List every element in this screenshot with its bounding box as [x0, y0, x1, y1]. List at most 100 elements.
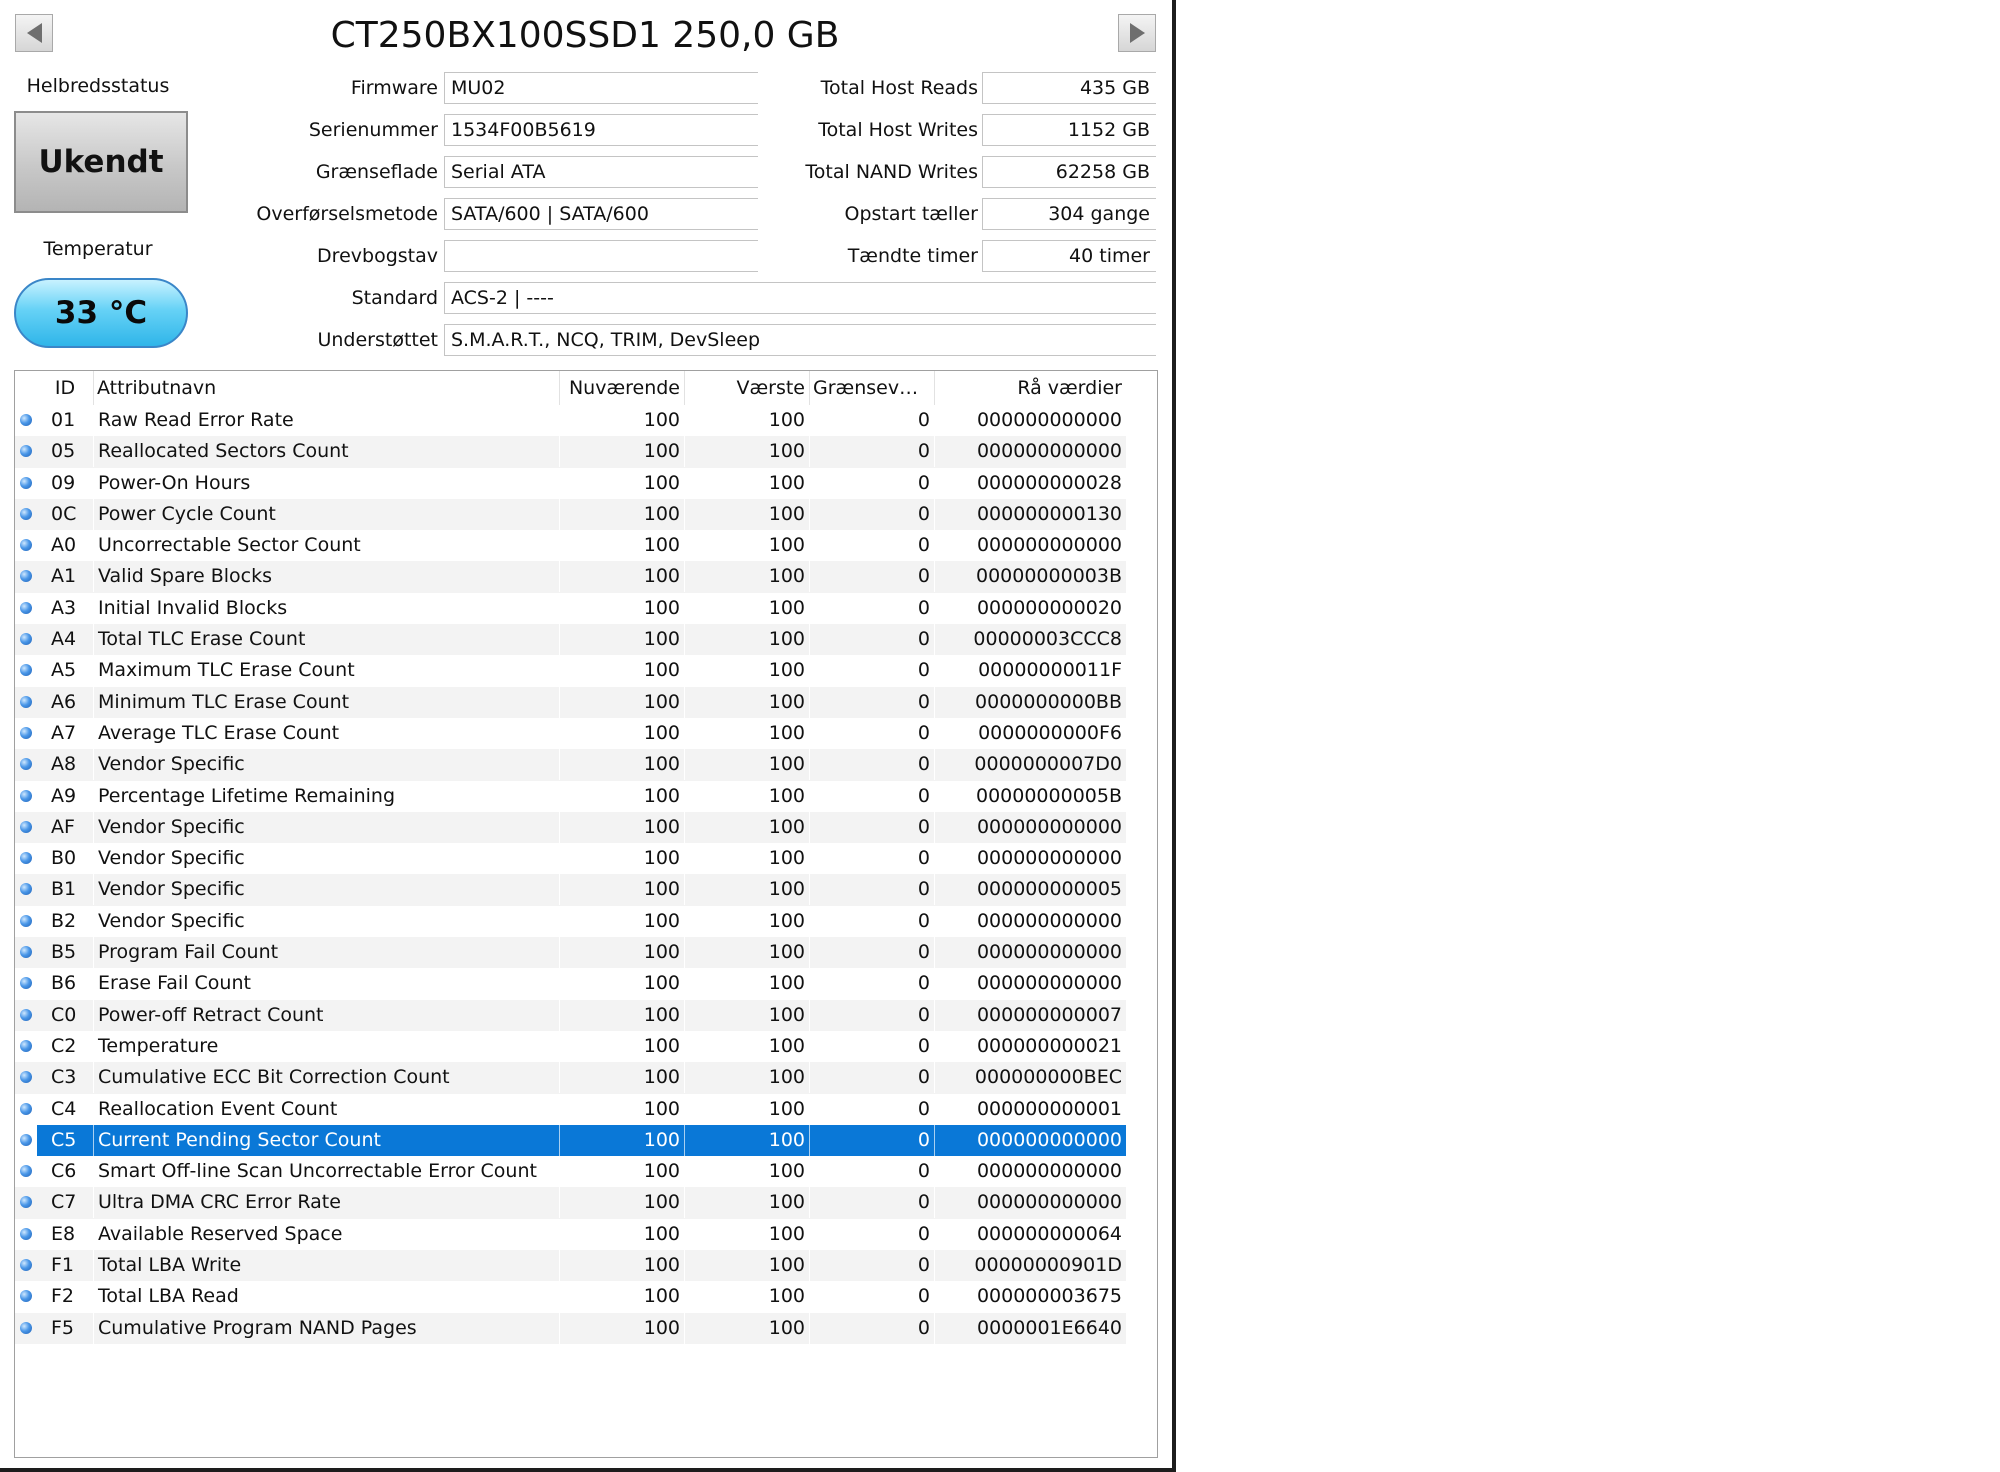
- current-value-cell: 100: [559, 686, 684, 718]
- power-on-hours-label: Tændte timer: [847, 245, 978, 267]
- table-row[interactable]: 01 Raw Read Error Rate 100 100 0 000000000000: [15, 405, 1126, 436]
- current-value-cell: 100: [559, 1062, 684, 1094]
- threshold-value-cell: 0: [809, 1281, 934, 1313]
- attribute-id-cell: 0C: [51, 502, 77, 525]
- table-row[interactable]: F5 Cumulative Program NAND Pages 100 100 0 00…: [15, 1312, 1126, 1344]
- table-row[interactable]: C2 Temperature 100 100 0 000000000021: [15, 1030, 1126, 1062]
- current-value-cell: 100: [559, 405, 684, 436]
- worst-value-cell: 100: [684, 968, 809, 1000]
- table-row[interactable]: A4 Total TLC Erase Count 100 100 0 00000003CC…: [15, 624, 1126, 656]
- worst-value-cell: 100: [684, 1124, 809, 1156]
- raw-value-cell: 0000000000BB: [934, 686, 1126, 718]
- table-row[interactable]: C4 Reallocation Event Count 100 100 0 0000000…: [15, 1093, 1126, 1125]
- blue-circle-icon: [20, 820, 32, 833]
- threshold-value-cell: 0: [809, 530, 934, 562]
- worst-value-cell: 100: [684, 1030, 809, 1062]
- threshold-value-cell: 0: [809, 686, 934, 718]
- table-row[interactable]: B0 Vendor Specific 100 100 0 000000000000: [15, 843, 1126, 875]
- table-row[interactable]: C0 Power-off Retract Count 100 100 0 00000000…: [15, 999, 1126, 1031]
- threshold-value-cell: 0: [809, 999, 934, 1031]
- raw-value-cell: 000000000130: [934, 498, 1126, 530]
- table-row[interactable]: A0 Uncorrectable Sector Count 100 100 0 00000…: [15, 530, 1126, 562]
- previous-disk-button[interactable]: [15, 14, 53, 52]
- attribute-name-cell: Current Pending Sector Count: [93, 1124, 559, 1156]
- current-value-cell: 100: [559, 937, 684, 969]
- raw-value-cell: 000000000064: [934, 1218, 1126, 1250]
- table-row[interactable]: A8 Vendor Specific 100 100 0 0000000007D0: [15, 749, 1126, 781]
- worst-value-cell: 100: [684, 561, 809, 593]
- table-row[interactable]: F2 Total LBA Read 100 100 0 000000003675: [15, 1281, 1126, 1313]
- total-host-reads-label: Total Host Reads: [820, 77, 978, 99]
- header-attribute-name[interactable]: Attributnavn: [97, 371, 555, 405]
- current-value-cell: 100: [559, 843, 684, 875]
- total-nand-writes-field: 62258 GB: [982, 156, 1156, 188]
- table-row[interactable]: 0C Power Cycle Count 100 100 0 000000000130: [15, 498, 1126, 531]
- worst-value-cell: 100: [684, 1281, 809, 1313]
- table-row[interactable]: A9 Percentage Lifetime Remaining 100 100 0 00…: [15, 780, 1126, 812]
- blue-circle-icon: [20, 633, 32, 646]
- table-row[interactable]: B1 Vendor Specific 100 100 0 000000000005: [15, 874, 1126, 906]
- current-value-cell: 100: [559, 498, 684, 530]
- attribute-name-cell: Ultra DMA CRC Error Rate: [93, 1187, 559, 1219]
- table-row[interactable]: C5 Current Pending Sector Count 100 100 0 000…: [15, 1124, 1126, 1157]
- table-row[interactable]: A5 Maximum TLC Erase Count 100 100 0 00000000…: [15, 655, 1126, 687]
- attribute-id-cell: C5: [51, 1128, 77, 1151]
- attribute-id-cell: A4: [51, 628, 77, 651]
- threshold-value-cell: 0: [809, 1093, 934, 1125]
- interface-field: Serial ATA: [444, 156, 758, 188]
- attribute-id-cell: F5: [51, 1316, 75, 1339]
- total-nand-writes-label: Total NAND Writes: [805, 161, 978, 183]
- table-row[interactable]: C6 Smart Off-line Scan Uncorrectable Erro…: [15, 1156, 1126, 1188]
- header-current[interactable]: Nuværende: [563, 371, 680, 405]
- worst-value-cell: 100: [684, 1156, 809, 1188]
- attribute-name-cell: Initial Invalid Blocks: [93, 592, 559, 624]
- header-id[interactable]: ID: [37, 371, 93, 405]
- attribute-name-cell: Power Cycle Count: [93, 498, 559, 530]
- attribute-name-cell: Total LBA Read: [93, 1281, 559, 1313]
- attribute-id-cell: 05: [51, 440, 76, 463]
- attribute-id-cell: A0: [51, 534, 77, 557]
- worst-value-cell: 100: [684, 498, 809, 530]
- current-value-cell: 100: [559, 749, 684, 781]
- threshold-value-cell: 0: [809, 749, 934, 781]
- attribute-id-cell: C3: [51, 1066, 77, 1089]
- smart-attributes-table[interactable]: ID Attributnavn Nuværende Værste Grænsev…: [14, 370, 1158, 1458]
- raw-value-cell: 000000000028: [934, 467, 1126, 499]
- table-row[interactable]: 09 Power-On Hours 100 100 0 000000000028: [15, 467, 1126, 499]
- threshold-value-cell: 0: [809, 780, 934, 812]
- attribute-id-cell: C4: [51, 1097, 77, 1120]
- attribute-id-cell: C0: [51, 1003, 77, 1026]
- attribute-id-cell: 01: [51, 409, 76, 431]
- attribute-id-cell: 09: [51, 471, 76, 494]
- current-value-cell: 100: [559, 655, 684, 687]
- threshold-value-cell: 0: [809, 436, 934, 468]
- threshold-value-cell: 0: [809, 905, 934, 937]
- raw-value-cell: 000000000000: [934, 436, 1126, 468]
- table-row[interactable]: E8 Available Reserved Space 100 100 0 0000000…: [15, 1218, 1126, 1250]
- table-row[interactable]: B6 Erase Fail Count 100 100 0 000000000000: [15, 968, 1126, 1000]
- table-row[interactable]: A7 Average TLC Erase Count 100 100 0 00000000…: [15, 717, 1126, 749]
- table-row[interactable]: C3 Cumulative ECC Bit Correction Count 100…: [15, 1062, 1126, 1094]
- health-status-button[interactable]: Ukendt: [14, 111, 188, 213]
- raw-value-cell: 000000003675: [934, 1281, 1126, 1313]
- header-worst[interactable]: Værste: [688, 371, 805, 405]
- table-row[interactable]: 05 Reallocated Sectors Count 100 100 0 000000…: [15, 436, 1126, 468]
- attribute-id-cell: A9: [51, 784, 77, 807]
- attribute-name-cell: Smart Off-line Scan Uncorrectable Error …: [93, 1156, 559, 1188]
- table-row[interactable]: A1 Valid Spare Blocks 100 100 0 00000000003B: [15, 561, 1126, 593]
- worst-value-cell: 100: [684, 530, 809, 562]
- next-disk-button[interactable]: [1118, 14, 1156, 52]
- table-row[interactable]: AF Vendor Specific 100 100 0 000000000000: [15, 811, 1126, 844]
- table-row[interactable]: B5 Program Fail Count 100 100 0 000000000000: [15, 937, 1126, 969]
- table-row[interactable]: F1 Total LBA Write 100 100 0 00000000901D: [15, 1250, 1126, 1282]
- header-threshold[interactable]: Grænseværdi: [813, 371, 930, 405]
- table-row[interactable]: B2 Vendor Specific 100 100 0 000000000000: [15, 905, 1126, 937]
- table-row[interactable]: A3 Initial Invalid Blocks 100 100 0 000000000…: [15, 592, 1126, 624]
- health-status-label: Helbredsstatus: [26, 75, 170, 97]
- header-raw-values[interactable]: Rå værdier: [938, 371, 1122, 405]
- table-row[interactable]: C7 Ultra DMA CRC Error Rate 100 100 0 0000000…: [15, 1187, 1126, 1219]
- threshold-value-cell: 0: [809, 1124, 934, 1156]
- table-row[interactable]: A6 Minimum TLC Erase Count 100 100 0 00000000…: [15, 686, 1126, 718]
- temperature-indicator[interactable]: 33 °C: [14, 278, 188, 348]
- attribute-id-cell: E8: [51, 1222, 76, 1245]
